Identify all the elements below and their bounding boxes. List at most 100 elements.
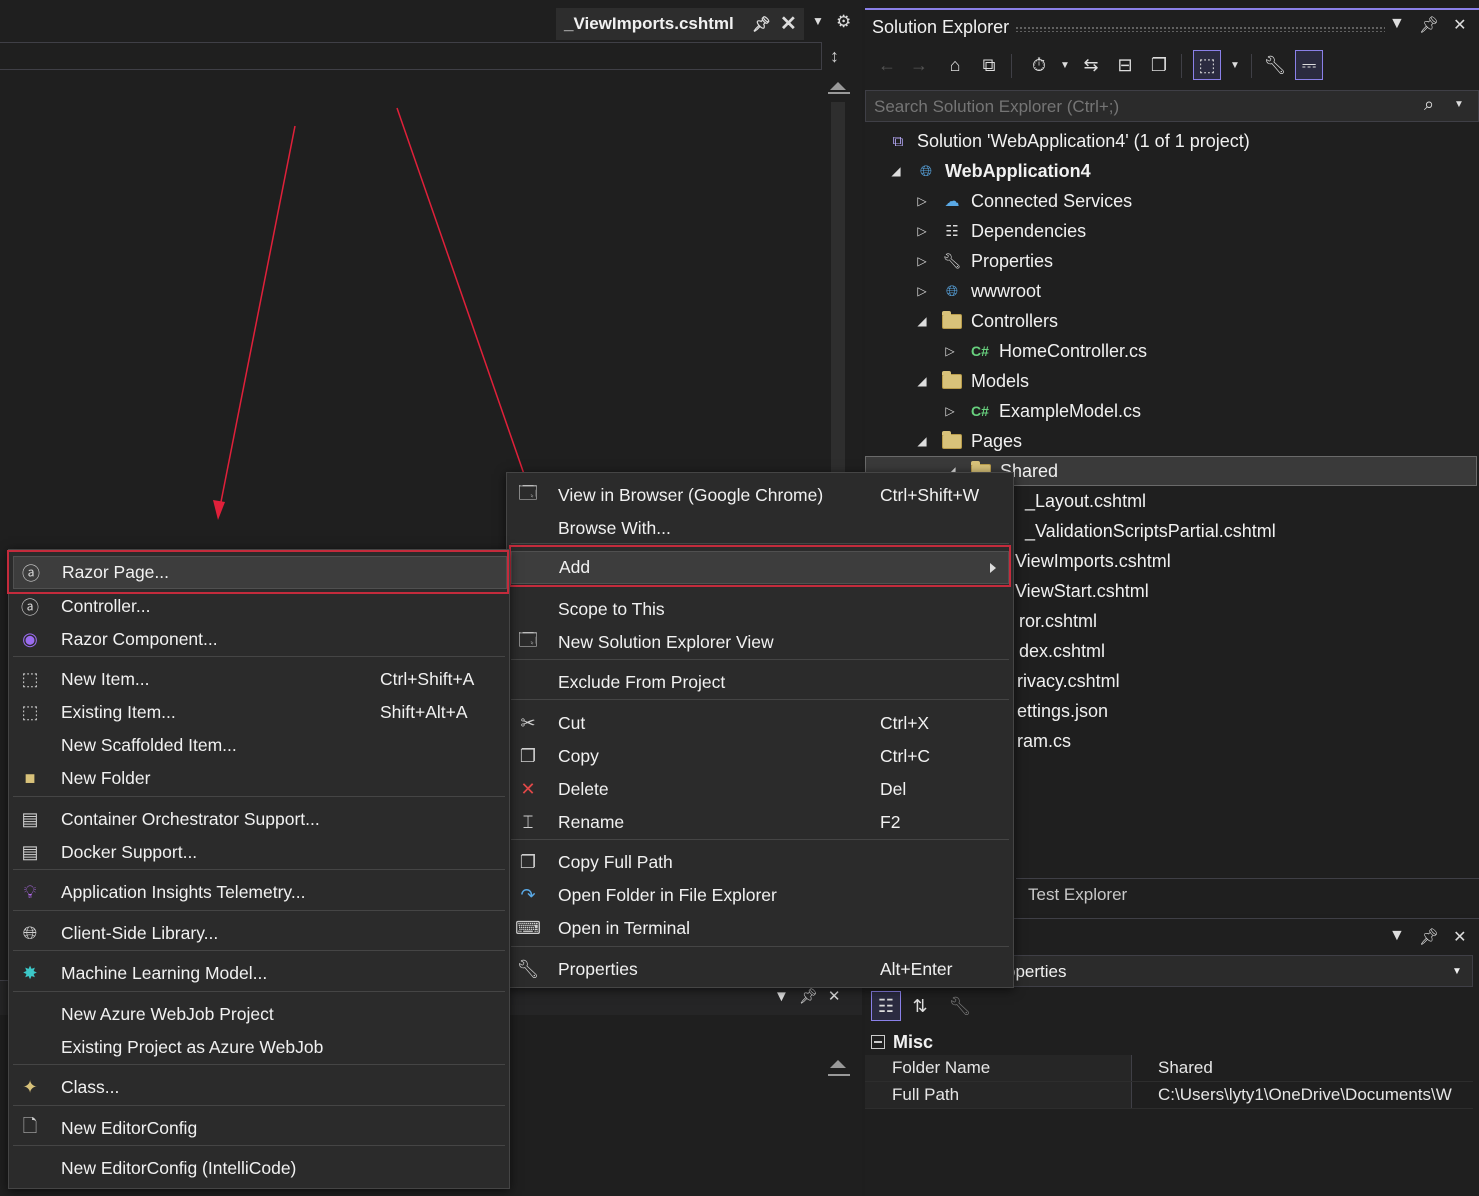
menu-item[interactable]: ▤ Docker Support... xyxy=(13,836,507,869)
expanded-chevron-icon[interactable]: ◢ xyxy=(915,434,929,448)
menu-item[interactable]: 🗋 New EditorConfig xyxy=(13,1112,507,1145)
tree-item[interactable]: ◢ Controllers xyxy=(865,306,1477,336)
scroll-up-icon[interactable] xyxy=(830,82,846,90)
scroll-up-icon[interactable] xyxy=(830,1060,846,1068)
menu-item[interactable]: ❐ Copy Full Path xyxy=(511,846,1009,879)
menu-item[interactable]: ⌶ Rename F2 xyxy=(511,806,1009,839)
menu-item[interactable]: 🗔 New Solution Explorer View xyxy=(511,626,1009,659)
expanded-chevron-icon[interactable]: ◢ xyxy=(889,164,903,178)
search-icon[interactable]: ⌕ xyxy=(1424,94,1434,115)
collapsed-chevron-icon[interactable]: ▷ xyxy=(915,224,929,238)
sync-with-active-document-icon[interactable]: ⇆ xyxy=(1077,50,1105,80)
wrench-icon[interactable]: 🔧︎ xyxy=(1261,50,1289,80)
home-icon[interactable]: ⌂ xyxy=(941,50,969,80)
menu-item[interactable]: Add xyxy=(511,551,1009,584)
menu-item[interactable]: 💡︎ Application Insights Telemetry... xyxy=(13,876,507,909)
menu-item[interactable]: 🌐︎ Client-Side Library... xyxy=(13,917,507,950)
collapsed-chevron-icon[interactable]: ▷ xyxy=(915,194,929,208)
expanded-chevron-icon[interactable]: ◢ xyxy=(915,314,929,328)
property-category[interactable]: Misc xyxy=(865,1029,1473,1055)
menu-item[interactable]: ⌨ Open in Terminal xyxy=(511,912,1009,945)
close-icon[interactable]: ✕ xyxy=(828,988,851,1005)
forward-icon[interactable]: → xyxy=(905,50,933,80)
chevron-down-icon[interactable]: ▼ xyxy=(1221,50,1249,80)
menu-item[interactable]: ▤ Container Orchestrator Support... xyxy=(13,803,507,836)
pin-icon[interactable]: 📌︎ xyxy=(1419,927,1439,947)
collapse-icon[interactable] xyxy=(871,1035,885,1049)
window-position-dropdown-icon[interactable]: ▼ xyxy=(1389,927,1405,947)
editor-navigation-bar[interactable] xyxy=(0,42,822,70)
tree-item[interactable]: ◢ Pages xyxy=(865,426,1477,456)
menu-item[interactable]: ✂ Cut Ctrl+X xyxy=(511,707,1009,740)
tree-item[interactable]: ▷ 🌐︎ wwwroot xyxy=(865,276,1477,306)
client-library-icon: 🌐︎ xyxy=(22,923,38,943)
menu-item[interactable]: ✦ Class... xyxy=(13,1071,507,1104)
menu-item[interactable]: ❐ Copy Ctrl+C xyxy=(511,740,1009,773)
menu-item[interactable]: ◉ Razor Component... xyxy=(13,623,507,656)
close-icon[interactable]: ✕ xyxy=(1453,15,1466,35)
menu-item[interactable]: Exclude From Project xyxy=(511,666,1009,699)
gear-icon[interactable]: ⚙ xyxy=(836,12,851,32)
menu-item[interactable]: New Scaffolded Item... xyxy=(13,729,507,762)
tree-item[interactable]: ◢ 🌐︎ WebApplication4 xyxy=(865,156,1477,186)
menu-item[interactable]: ⓐ Controller... xyxy=(13,590,507,623)
tree-item[interactable]: ▷ C# HomeController.cs xyxy=(865,336,1477,366)
window-position-dropdown-icon[interactable]: ▼ xyxy=(1389,15,1405,35)
drag-grip[interactable] xyxy=(1015,26,1385,32)
collapsed-chevron-icon[interactable]: ▷ xyxy=(915,284,929,298)
menu-item[interactable]: ⬚ New Item... Ctrl+Shift+A xyxy=(13,663,507,696)
property-row[interactable]: Folder Name Shared xyxy=(865,1055,1473,1082)
solution-explorer-search[interactable]: ⌕ ▼ xyxy=(865,90,1479,122)
menu-item[interactable]: New Azure WebJob Project xyxy=(13,998,507,1031)
output-vertical-scrollbar[interactable] xyxy=(826,1060,852,1196)
property-row[interactable]: Full Path C:\Users\lyty1\OneDrive\Docume… xyxy=(865,1082,1473,1109)
menu-item[interactable]: 🔧︎ Properties Alt+Enter xyxy=(511,953,1009,986)
pin-icon[interactable]: 📌︎ xyxy=(799,988,828,1005)
menu-item[interactable]: ✸ Machine Learning Model... xyxy=(13,957,507,990)
collapsed-chevron-icon[interactable]: ▷ xyxy=(943,404,957,418)
alphabetical-icon[interactable]: ⇅ xyxy=(905,991,935,1021)
pending-changes-filter-icon[interactable]: ⏱ xyxy=(1025,50,1053,80)
categorized-icon[interactable]: ☷ xyxy=(871,991,901,1021)
tree-item[interactable]: ▷ C# ExampleModel.cs xyxy=(865,396,1477,426)
pin-icon[interactable]: 📌︎ xyxy=(752,15,771,33)
collapse-all-icon[interactable]: ⊟ xyxy=(1111,50,1139,80)
chevron-down-icon[interactable]: ▼ xyxy=(1051,50,1079,80)
preview-selected-items-icon[interactable]: ⬚ xyxy=(1193,50,1221,80)
menu-item[interactable]: Browse With... xyxy=(511,512,1009,545)
collapsed-chevron-icon[interactable]: ▷ xyxy=(943,344,957,358)
menu-item[interactable]: 🗔 View in Browser (Google Chrome) Ctrl+Shi… xyxy=(511,479,1009,512)
pin-icon[interactable]: 📌︎ xyxy=(1419,15,1439,35)
menu-item[interactable]: ⬚ Existing Item... Shift+Alt+A xyxy=(13,696,507,729)
collapsed-chevron-icon[interactable]: ▷ xyxy=(915,254,929,268)
property-pages-wrench-icon[interactable]: 🔧︎ xyxy=(945,991,975,1021)
menu-item[interactable]: Existing Project as Azure WebJob xyxy=(13,1031,507,1064)
tab-list-dropdown-icon[interactable]: ▼ xyxy=(812,14,824,28)
search-input[interactable] xyxy=(874,97,1414,117)
show-all-files-icon[interactable]: ❐ xyxy=(1145,50,1173,80)
chevron-down-icon[interactable]: ▼ xyxy=(1452,966,1462,977)
editor-tab-viewimports[interactable]: _ViewImports.cshtml 📌︎ ✕ xyxy=(556,8,804,40)
back-icon[interactable]: ← xyxy=(873,50,901,80)
menu-item[interactable]: New EditorConfig (IntelliCode) xyxy=(13,1152,507,1185)
expanded-chevron-icon[interactable]: ◢ xyxy=(915,374,929,388)
tree-item[interactable]: ◢ Models xyxy=(865,366,1477,396)
tree-item[interactable]: ▷ 🔧︎ Properties xyxy=(865,246,1477,276)
split-editor-icon[interactable]: ↕ xyxy=(830,46,839,67)
menu-item[interactable]: ⓐ Razor Page... xyxy=(13,556,507,589)
ml-model-icon: ✸ xyxy=(22,963,38,983)
tree-item[interactable]: ▷ ☷ Dependencies xyxy=(865,216,1477,246)
menu-item[interactable]: ✕ Delete Del xyxy=(511,773,1009,806)
search-options-dropdown-icon[interactable]: ▼ xyxy=(1454,99,1464,110)
tree-item[interactable]: ⧉ Solution 'WebApplication4' (1 of 1 proj… xyxy=(865,126,1477,156)
menu-item[interactable]: ↷ Open Folder in File Explorer xyxy=(511,879,1009,912)
preview-pane-icon[interactable]: ⎓ xyxy=(1295,50,1323,80)
switch-views-icon[interactable]: ⧉ xyxy=(975,50,1003,80)
close-icon[interactable]: ✕ xyxy=(1453,927,1466,947)
tab-test-explorer[interactable]: Test Explorer xyxy=(1016,878,1479,914)
menu-item[interactable]: Scope to This xyxy=(511,593,1009,626)
menu-item[interactable]: ■ New Folder xyxy=(13,762,507,795)
window-position-dropdown-icon[interactable]: ▼ xyxy=(774,988,799,1005)
close-tab-icon[interactable]: ✕ xyxy=(780,11,797,36)
tree-item[interactable]: ▷ ☁ Connected Services xyxy=(865,186,1477,216)
